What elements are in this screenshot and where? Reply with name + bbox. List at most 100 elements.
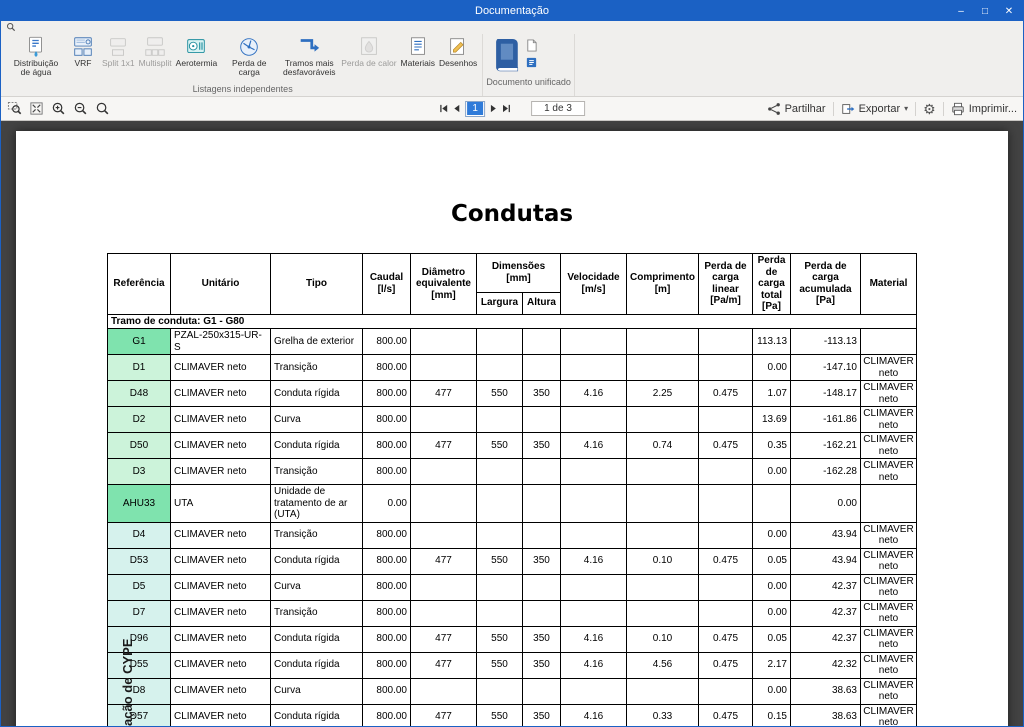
page-number-input[interactable]: 1 <box>465 100 486 117</box>
cell-largura: 550 <box>475 547 523 575</box>
cell-diametro <box>409 458 477 485</box>
cell-largura <box>475 599 523 627</box>
cell-material: CLIMAVER neto <box>860 380 917 407</box>
ribbon-button-tramos-mais-desfavoraveis[interactable]: Tramos mais desfavoráveis <box>279 34 339 79</box>
cell-perda-linear: 0.475 <box>698 432 753 459</box>
cell-perda-linear <box>698 521 753 549</box>
cell-perda-total: 1.07 <box>752 380 791 407</box>
ribbon-button-perda-de-carga[interactable]: Perda de carga <box>219 34 279 79</box>
zoom-out-button[interactable] <box>73 101 88 116</box>
gear-icon: ⚙ <box>923 100 936 117</box>
cell-perda-total: 2.17 <box>752 651 791 679</box>
chevron-down-icon: ▾ <box>904 104 909 113</box>
conduit-table: Referência Unitário Tipo Caudal [l/s] Di… <box>106 253 918 726</box>
cell-largura <box>475 328 523 355</box>
ribbon-button-materiais[interactable]: Materiais <box>399 34 437 69</box>
table-section-row: Tramo de conduta: G1 - G80 <box>106 313 918 329</box>
ribbon-group-unificado: Documento unificado <box>483 34 575 96</box>
cell-comprimento <box>626 328 699 355</box>
cell-ref: D2 <box>106 406 171 433</box>
zoom-fit-button[interactable] <box>29 101 44 116</box>
ribbon-button-vrf[interactable]: VRF <box>66 34 100 69</box>
share-button[interactable]: Partilhar <box>767 102 826 116</box>
cell-perda-linear <box>698 328 753 355</box>
cell-diametro <box>409 406 477 433</box>
zoom-in-button[interactable] <box>51 101 66 116</box>
cell-perda-acumulada: -148.17 <box>790 380 861 407</box>
zoom-button[interactable] <box>95 101 110 116</box>
unified-document-buttons <box>486 34 571 76</box>
cell-diametro <box>409 484 477 523</box>
cell-unitario: CLIMAVER neto <box>169 380 271 407</box>
cell-tipo: Conduta rígida <box>269 625 363 653</box>
previous-page-button[interactable] <box>452 104 461 113</box>
cell-largura <box>475 521 523 549</box>
table-row: D48 CLIMAVER neto Conduta rígida 800.00 477 5… <box>106 380 917 407</box>
cell-unitario: PZAL-250x315-UR-S <box>169 328 271 355</box>
cell-ref: D3 <box>106 458 171 485</box>
cell-ref: D53 <box>106 547 171 575</box>
cell-caudal: 800.00 <box>361 432 411 459</box>
table-row: D53 CLIMAVER neto Conduta rígida 800.00 477 5… <box>106 547 917 575</box>
export-button[interactable]: Exportar ▾ <box>841 102 909 116</box>
cell-material: CLIMAVER neto <box>860 406 917 433</box>
cell-perda-total: 113.13 <box>752 328 791 355</box>
ribbon-button-label: Perda de calor <box>341 58 397 68</box>
zoom-region-button[interactable] <box>7 101 22 116</box>
share-label: Partilhar <box>784 102 826 115</box>
document-viewport[interactable]: ração de CYPE Condutas Referência Unitár… <box>1 121 1023 726</box>
table-row: D4 CLIMAVER neto Transição 800.00 0.00 43.94 C… <box>106 521 917 549</box>
cell-perda-total: 0.00 <box>752 458 791 485</box>
ribbon-search-strip <box>1 21 1023 34</box>
first-page-button[interactable] <box>439 104 448 113</box>
cell-largura: 550 <box>475 380 523 407</box>
cell-perda-acumulada: 42.37 <box>790 599 861 627</box>
unified-blue-doc-button[interactable] <box>525 56 538 69</box>
cell-perda-linear: 0.475 <box>698 703 753 726</box>
cell-largura <box>475 573 523 601</box>
cell-perda-acumulada: -162.21 <box>790 432 861 459</box>
cell-perda-total: 0.15 <box>752 703 791 726</box>
cell-caudal: 800.00 <box>361 651 411 679</box>
cell-perda-linear: 0.475 <box>698 547 753 575</box>
ribbon-button-distribuicao-de-agua[interactable]: Distribuição de água <box>6 34 66 79</box>
unified-document-button[interactable] <box>490 36 522 74</box>
cell-altura: 350 <box>521 432 562 459</box>
cell-tipo: Conduta rígida <box>269 380 363 407</box>
col-header-caudal: Caudal [l/s] <box>361 253 411 315</box>
cell-caudal: 800.00 <box>361 380 411 407</box>
last-page-button[interactable] <box>502 104 511 113</box>
print-button[interactable]: Imprimir... <box>951 102 1017 116</box>
cell-comprimento <box>626 406 699 433</box>
col-header-dimensoes: Dimensões [mm] <box>475 253 562 293</box>
cell-largura: 550 <box>475 703 523 726</box>
cell-altura: 350 <box>521 651 562 679</box>
cell-altura <box>521 484 562 523</box>
ribbon-button-label: Tramos mais desfavoráveis <box>283 58 336 78</box>
cell-velocidade <box>560 484 627 523</box>
cell-comprimento <box>626 521 699 549</box>
unified-sheet-button[interactable] <box>525 39 538 52</box>
separator <box>942 101 944 116</box>
cell-material: CLIMAVER neto <box>860 703 917 726</box>
cell-tipo: Conduta rígida <box>269 432 363 459</box>
close-button[interactable]: ✕ <box>997 1 1021 21</box>
ribbon-button-aerotermia[interactable]: Aerotermia <box>174 34 220 69</box>
cell-tipo: Transição <box>269 458 363 485</box>
maximize-button[interactable]: □ <box>973 1 997 21</box>
cell-tipo: Curva <box>269 677 363 705</box>
ribbon-button-desenhos[interactable]: Desenhos <box>437 34 479 69</box>
minimize-button[interactable]: – <box>949 1 973 21</box>
cell-largura: 550 <box>475 651 523 679</box>
cell-unitario: CLIMAVER neto <box>169 573 271 601</box>
next-page-button[interactable] <box>489 104 498 113</box>
pressure-loss-icon <box>237 35 261 59</box>
cell-material: CLIMAVER neto <box>860 354 917 381</box>
cell-comprimento: 0.10 <box>626 625 699 653</box>
ribbon-button-perda-de-calor: Perda de calor <box>339 34 398 69</box>
cell-perda-linear <box>698 458 753 485</box>
cell-perda-total: 0.35 <box>752 432 791 459</box>
cell-perda-acumulada: 38.63 <box>790 703 861 726</box>
documentation-window: Documentação – □ ✕ Distribuição de água V… <box>0 0 1024 727</box>
settings-button[interactable]: ⚙ <box>923 102 936 116</box>
